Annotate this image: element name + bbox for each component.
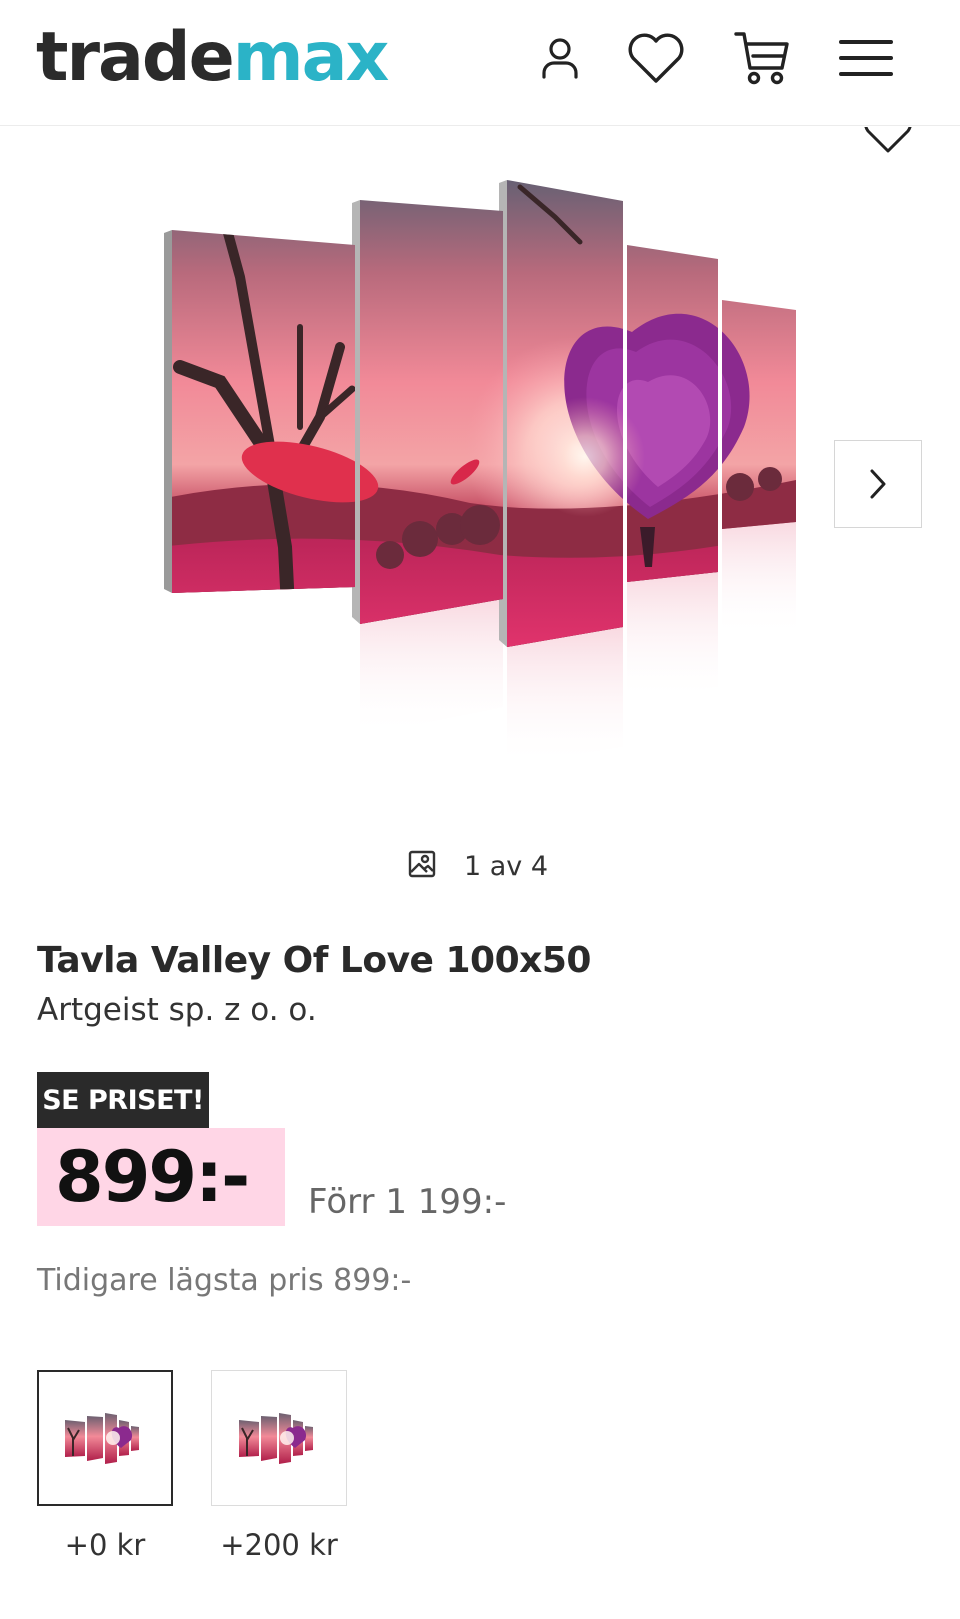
image-counter-text: 1 av 4 bbox=[464, 850, 549, 882]
variant-option-1[interactable] bbox=[37, 1370, 173, 1506]
variant-thumbnail bbox=[65, 1413, 139, 1464]
cart-icon[interactable] bbox=[730, 26, 794, 90]
logo-text-trade: trade bbox=[36, 18, 235, 97]
trademax-logo[interactable]: trademax bbox=[36, 18, 390, 98]
variant-price-1: +0 kr bbox=[64, 1528, 146, 1562]
previous-price: Förr 1 199:- bbox=[308, 1182, 507, 1222]
site-header: trademax bbox=[0, 0, 960, 126]
next-image-button[interactable] bbox=[834, 440, 922, 528]
account-icon[interactable] bbox=[528, 26, 592, 90]
current-price: 899:- bbox=[55, 1136, 250, 1218]
product-gallery[interactable] bbox=[0, 127, 960, 807]
image-icon bbox=[408, 850, 436, 882]
image-counter: 1 av 4 bbox=[408, 846, 548, 886]
menu-icon[interactable] bbox=[834, 26, 898, 90]
variant-thumbnail bbox=[239, 1413, 313, 1464]
logo-text-max: max bbox=[232, 18, 390, 97]
product-image bbox=[164, 180, 796, 767]
wishlist-icon[interactable] bbox=[624, 26, 688, 90]
chevron-right-icon bbox=[870, 469, 886, 499]
product-brand[interactable]: Artgeist sp. z o. o. bbox=[37, 992, 317, 1028]
campaign-badge: SE PRISET! bbox=[37, 1072, 209, 1128]
price-highlight: 899:- bbox=[37, 1128, 285, 1226]
variant-price-2: +200 kr bbox=[220, 1528, 338, 1562]
favorite-icon[interactable] bbox=[853, 127, 923, 161]
variant-option-2[interactable] bbox=[211, 1370, 347, 1506]
lowest-price-note: Tidigare lägsta pris 899:- bbox=[37, 1263, 412, 1298]
product-title: Tavla Valley Of Love 100x50 bbox=[37, 940, 591, 981]
